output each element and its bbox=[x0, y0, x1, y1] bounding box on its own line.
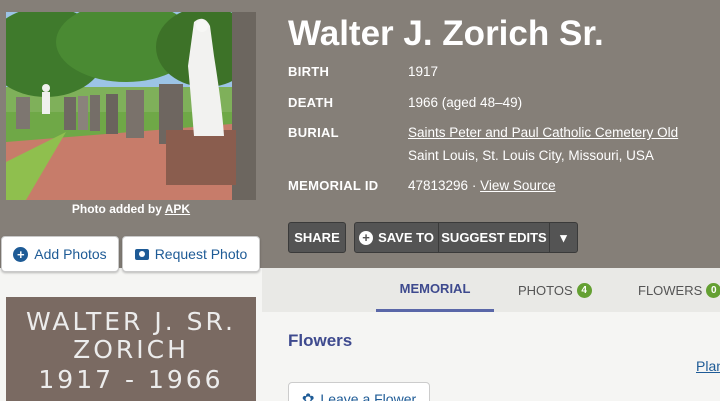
memorial-id-label: MEMORIAL ID bbox=[288, 178, 379, 193]
tab-flowers[interactable]: FLOWERS 0 bbox=[638, 268, 720, 312]
share-button[interactable]: SHARE bbox=[288, 222, 346, 253]
birth-value: 1917 bbox=[408, 64, 439, 79]
tab-photos-label: PHOTOS bbox=[518, 282, 573, 298]
tab-photos[interactable]: PHOTOS 4 bbox=[518, 268, 592, 312]
memorial-name: Walter J. Zorich Sr. bbox=[288, 14, 604, 53]
headstone-line-2: ZORICH bbox=[73, 335, 189, 364]
plant-tree-link[interactable]: Plan bbox=[696, 358, 720, 374]
photo-caption: Photo added by APK bbox=[6, 202, 256, 216]
view-source-link[interactable]: View Source bbox=[480, 178, 556, 193]
save-to-label: SAVE TO bbox=[378, 230, 434, 245]
add-photos-label: Add Photos bbox=[34, 246, 107, 262]
more-options-button[interactable]: ▾ bbox=[549, 222, 578, 253]
leave-flower-button[interactable]: ✿ Leave a Flower bbox=[288, 382, 430, 401]
burial-label: BURIAL bbox=[288, 125, 339, 140]
cemetery-photo-image bbox=[6, 12, 256, 200]
birth-label: BIRTH bbox=[288, 64, 330, 79]
memorial-photo[interactable] bbox=[6, 12, 256, 200]
death-label: DEATH bbox=[288, 95, 334, 110]
burial-location: Saint Louis, St. Louis City, Missouri, U… bbox=[408, 148, 654, 163]
suggest-edits-label: SUGGEST EDITS bbox=[441, 230, 547, 245]
headstone-line-3: 1917 - 1966 bbox=[38, 365, 224, 394]
flowers-count-badge: 0 bbox=[706, 282, 720, 298]
flower-icon: ✿ bbox=[301, 391, 315, 401]
suggest-edits-button[interactable]: SUGGEST EDITS bbox=[438, 222, 550, 253]
death-value: 1966 (aged 48–49) bbox=[408, 95, 523, 110]
request-photo-label: Request Photo bbox=[154, 246, 248, 262]
tab-memorial-label: MEMORIAL bbox=[399, 281, 471, 296]
memorial-id-row: 47813296 · View Source bbox=[408, 178, 556, 193]
plus-circle-icon: + bbox=[359, 230, 374, 245]
burial-cemetery-link[interactable]: Saints Peter and Paul Catholic Cemetery … bbox=[408, 125, 678, 140]
leave-flower-label: Leave a Flower bbox=[320, 391, 417, 401]
photo-contributor-link[interactable]: APK bbox=[165, 202, 190, 216]
headstone-photo[interactable]: WALTER J. SR. ZORICH 1917 - 1966 bbox=[6, 297, 256, 401]
tab-memorial[interactable]: MEMORIAL bbox=[376, 268, 494, 312]
camera-icon bbox=[134, 248, 149, 260]
share-label: SHARE bbox=[294, 230, 340, 245]
chevron-down-icon: ▾ bbox=[560, 229, 567, 245]
photos-count-badge: 4 bbox=[576, 282, 592, 298]
tab-flowers-label: FLOWERS bbox=[638, 282, 703, 298]
headstone-line-1: WALTER J. SR. bbox=[26, 307, 236, 336]
add-photos-button[interactable]: + Add Photos bbox=[1, 236, 119, 272]
memorial-id-value: 47813296 · bbox=[408, 178, 477, 193]
flowers-section-title: Flowers bbox=[288, 331, 353, 350]
memorial-tabs: MEMORIAL PHOTOS 4 FLOWERS 0 bbox=[262, 268, 720, 312]
burial-cemetery-wrap: Saints Peter and Paul Catholic Cemetery … bbox=[408, 125, 678, 140]
save-to-button[interactable]: + SAVE TO bbox=[354, 222, 439, 253]
request-photo-button[interactable]: Request Photo bbox=[122, 236, 260, 272]
photo-caption-prefix: Photo added by bbox=[71, 202, 162, 216]
plus-circle-icon: + bbox=[13, 246, 29, 262]
